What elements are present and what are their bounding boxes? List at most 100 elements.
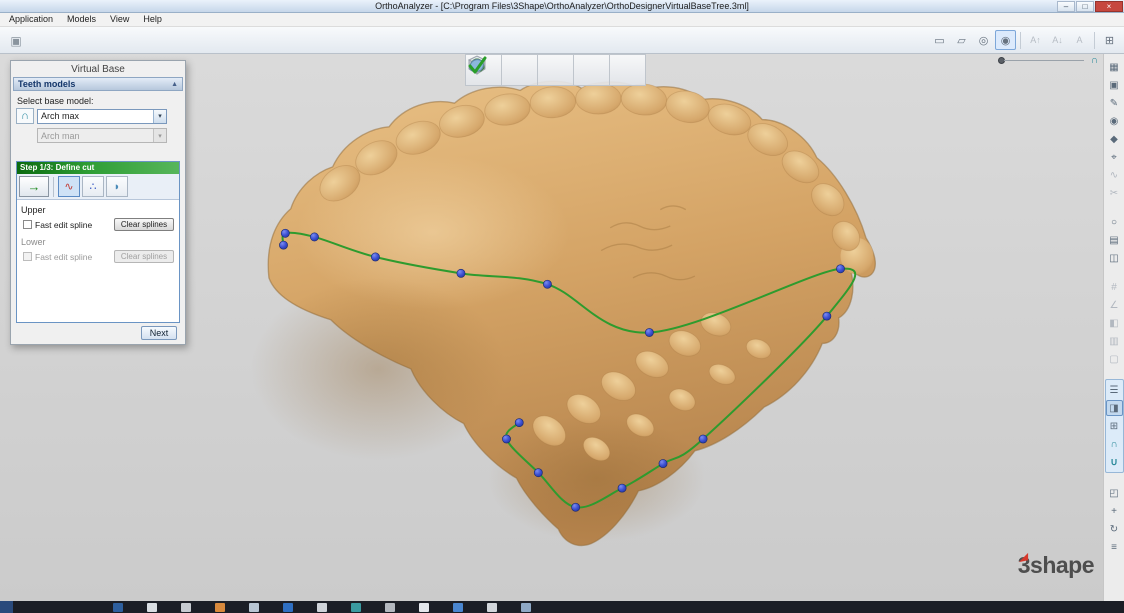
paint-icon[interactable]: ✎ [1106, 95, 1123, 111]
edit-spline-tool-icon[interactable]: ∿ [58, 176, 80, 197]
dropdown-arrow-icon[interactable]: ▾ [153, 110, 166, 123]
approve-step-icon[interactable] [609, 54, 646, 86]
spline-control-point[interactable] [836, 265, 844, 273]
fast-edit-spline-lower-checkbox [23, 252, 32, 261]
grid-section-icon[interactable]: ▥ [1106, 333, 1123, 349]
mirror-tool-icon[interactable]: ◫ [1106, 250, 1123, 266]
taskbar-item-9[interactable] [385, 603, 395, 612]
apps-grid-icon[interactable]: ⊞ [1099, 30, 1120, 50]
chat-icon[interactable]: ▱ [951, 30, 972, 50]
slice-tool-icon[interactable]: ▤ [1106, 232, 1123, 248]
copy-view-icon[interactable]: ▢ [1106, 351, 1123, 367]
globe-icon[interactable]: ◎ [973, 30, 994, 50]
text-up-icon[interactable]: A↑ [1025, 30, 1046, 50]
define-cut-step-box: Step 1/3: Define cut → ∿ ∴ ◗ Upper Fast … [16, 161, 180, 323]
spline-control-point[interactable] [699, 435, 707, 443]
sphere-tool-icon[interactable]: ◉ [1106, 113, 1123, 129]
layers-icon[interactable]: ≡ [1106, 539, 1123, 555]
gray-model-step-icon[interactable] [537, 54, 574, 86]
arch-upper-icon[interactable]: ∩ [1106, 436, 1123, 452]
surface-tool-icon[interactable]: ◗ [106, 176, 128, 197]
taskbar-item-5[interactable] [249, 603, 259, 612]
fit-view-icon[interactable]: ◰ [1106, 485, 1123, 501]
gem-tool-icon[interactable]: ◆ [1106, 131, 1123, 147]
arch-model-icon: ∩ [16, 108, 34, 124]
spline-control-point[interactable] [534, 469, 542, 477]
spline-control-point[interactable] [645, 328, 653, 336]
circle-tool-icon[interactable]: ○ [1106, 214, 1123, 230]
taskbar-item-2[interactable] [147, 603, 157, 612]
menu-bar: ApplicationModelsViewHelp [0, 13, 1124, 27]
teeth-models-label: Teeth models [18, 79, 75, 89]
maximize-button[interactable]: □ [1076, 1, 1094, 12]
spline-control-point[interactable] [572, 503, 580, 511]
spline-control-point[interactable] [618, 484, 626, 492]
compare-view-icon[interactable]: ◨ [1106, 400, 1123, 416]
base-model-select[interactable]: Arch max ▾ [37, 109, 167, 124]
teeth-models-header[interactable]: Teeth models ▲ [13, 77, 183, 91]
text-down-icon[interactable]: A↓ [1047, 30, 1068, 50]
taskbar-item-8[interactable] [351, 603, 361, 612]
spline-control-point[interactable] [515, 419, 523, 427]
spline-control-point[interactable] [659, 459, 667, 467]
taskbar-item-3[interactable] [181, 603, 191, 612]
spline-control-point[interactable] [281, 229, 289, 237]
spline-points-tool-icon[interactable]: ∴ [82, 176, 104, 197]
target-icon[interactable]: ⌖ [1106, 149, 1123, 165]
model-list-icon[interactable]: ▣ [1106, 77, 1123, 93]
list-view-icon[interactable]: ☰ [1106, 382, 1123, 398]
spline-control-point[interactable] [502, 435, 510, 443]
slider-track[interactable] [1004, 60, 1084, 61]
taskbar-item-11[interactable] [453, 603, 463, 612]
view-cube-icon[interactable]: ▦ [1106, 59, 1123, 75]
next-button[interactable]: Next [141, 326, 177, 340]
base-model-value: Arch max [41, 111, 79, 121]
angle-icon[interactable]: ∠ [1106, 297, 1123, 313]
capture-icon[interactable]: ◉ [995, 30, 1016, 50]
clear-splines-lower-button: Clear splines [114, 250, 174, 263]
taskbar-item-10[interactable] [419, 603, 429, 612]
spline-control-point[interactable] [823, 312, 831, 320]
dental-model[interactable] [251, 81, 876, 545]
collapse-icon[interactable]: ▲ [171, 81, 178, 88]
toolbar-separator [1094, 32, 1095, 49]
taskbar-item-7[interactable] [317, 603, 327, 612]
rotate-view-icon[interactable]: ↻ [1106, 521, 1123, 537]
taskbar-item-12[interactable] [487, 603, 497, 612]
spline-control-point[interactable] [279, 241, 287, 249]
taskbar-item-4[interactable] [215, 603, 225, 612]
model-opacity-slider[interactable]: ∩ [998, 55, 1098, 67]
menu-models[interactable]: Models [60, 13, 103, 26]
spline-control-point[interactable] [310, 233, 318, 241]
spline-control-point[interactable] [543, 280, 551, 288]
blue-model-step-icon[interactable] [573, 54, 610, 86]
text-flat-icon[interactable]: A [1069, 30, 1090, 50]
taskbar-item-13[interactable] [521, 603, 531, 612]
note-icon[interactable]: ▭ [929, 30, 950, 50]
panel-icon[interactable]: ▣ [6, 31, 26, 50]
split-view-icon[interactable]: ⊞ [1106, 418, 1123, 434]
menu-view[interactable]: View [103, 13, 136, 26]
menu-help[interactable]: Help [136, 13, 169, 26]
brand-logo-text: 3shape [1018, 552, 1094, 579]
green-model-step-icon[interactable] [501, 54, 538, 86]
spline-control-point[interactable] [457, 269, 465, 277]
arch-lower-icon[interactable]: ∪ [1106, 454, 1123, 470]
model-visibility-icon[interactable]: ∩ [1091, 55, 1098, 66]
pan-view-icon[interactable]: + [1106, 503, 1123, 519]
half-section-icon[interactable]: ◧ [1106, 315, 1123, 331]
cut-tool-icon[interactable]: ✂ [1106, 185, 1123, 201]
taskbar-item-1[interactable] [113, 603, 123, 612]
wave-tool-icon[interactable]: ∿ [1106, 167, 1123, 183]
spline-control-point[interactable] [371, 253, 379, 261]
fast-edit-spline-upper-checkbox[interactable] [23, 220, 32, 229]
measure-icon[interactable]: # [1106, 279, 1123, 295]
close-button[interactable]: × [1095, 1, 1123, 12]
menu-application[interactable]: Application [2, 13, 60, 26]
minimize-button[interactable]: – [1057, 1, 1075, 12]
lower-label: Lower [21, 237, 179, 247]
next-step-arrow-icon[interactable]: → [19, 176, 49, 197]
clear-splines-upper-button[interactable]: Clear splines [114, 218, 174, 231]
start-button[interactable] [0, 601, 13, 613]
taskbar-item-6[interactable] [283, 603, 293, 612]
